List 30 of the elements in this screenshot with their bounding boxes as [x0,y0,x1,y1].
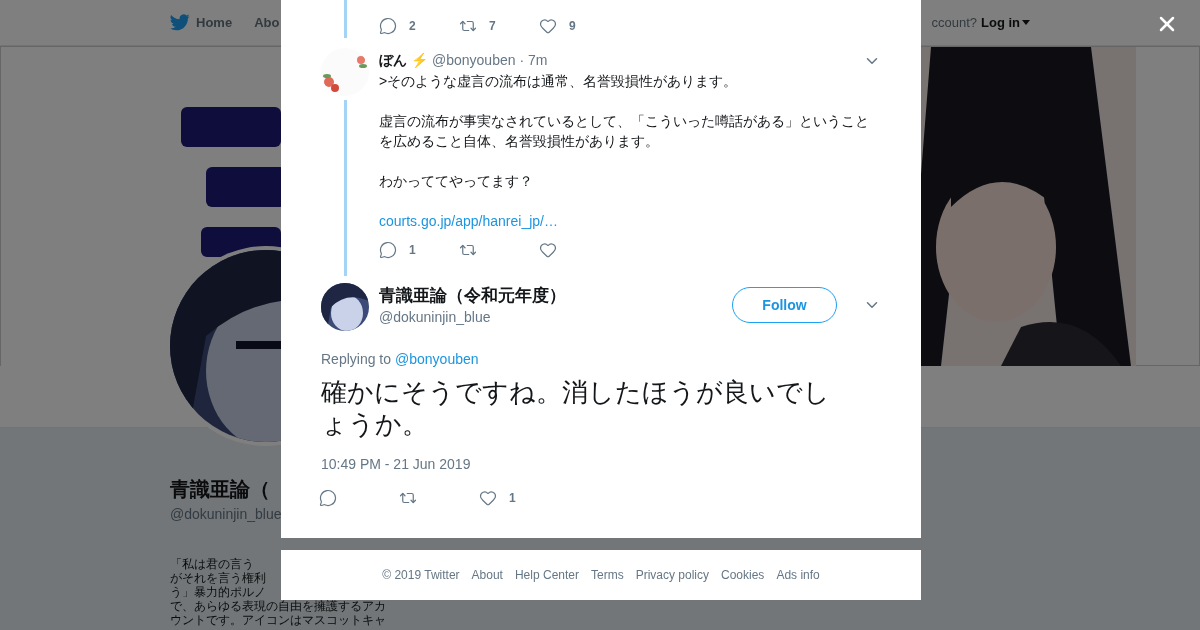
tweet-timestamp: 10:49 PM - 21 Jun 2019 [321,455,472,474]
bio-line: で、あらゆる表現の自由を擁護するアカ [170,599,386,613]
count-label: 1 [509,490,516,507]
bio-line: ウントです。アイコンはマスコットキャ [170,613,386,627]
bio-line: がそれを言う権利 [170,571,266,585]
profile-name: 青識亜論（ [170,477,270,502]
tweet-text: 確かにそうですね。消したほうが良いでしょうか。 [321,376,831,440]
login-button[interactable]: Log in [981,12,1030,33]
reply-icon[interactable] [379,17,397,35]
nav-link[interactable]: Home [170,12,233,33]
reply-icon[interactable] [319,489,337,507]
count-label: 2 [409,18,416,35]
heart-icon[interactable] [479,489,497,507]
profile-handle: @dokuninjin_blue [170,505,282,524]
account-prompt: ccount? [931,13,977,32]
footer-link[interactable]: Ads info [776,566,820,584]
footer-link[interactable]: Help Center [514,566,579,584]
footer-link[interactable]: Terms [591,566,624,584]
bird-icon [170,14,190,31]
footer-link[interactable]: © 2019 Twitter [382,566,460,584]
count-label: 9 [569,18,576,35]
nav-link[interactable]: Abo [254,12,280,33]
heart-icon[interactable] [539,17,557,35]
footer-link[interactable]: Cookies [721,566,765,584]
bio-line: 「私は君の言う [170,557,254,571]
footer-link[interactable]: About [471,566,503,584]
bio-line: う」暴力的ポルノ [170,585,266,599]
count-label: 7 [489,18,496,35]
caret-icon [1022,20,1030,25]
footer-link[interactable]: Privacy policy [635,566,709,584]
